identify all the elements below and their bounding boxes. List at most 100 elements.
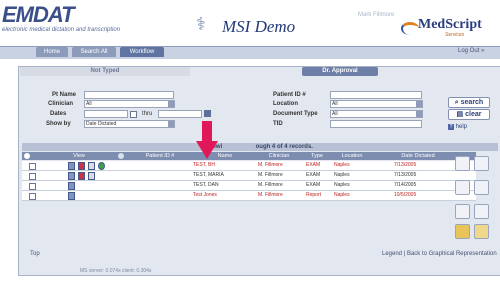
- clear-button[interactable]: ▤ clear: [448, 109, 490, 120]
- row-clinician: M. Fillmore: [258, 192, 283, 198]
- row-date: 7/13/2005: [394, 172, 417, 178]
- clinician-label: Clinician: [48, 101, 74, 107]
- clear-icon: ▤: [456, 111, 464, 118]
- column-view[interactable]: View: [62, 152, 96, 160]
- print-icon[interactable]: [88, 172, 95, 180]
- column-type[interactable]: Type: [304, 152, 330, 160]
- route-icon[interactable]: [474, 180, 489, 195]
- row-type: Report: [306, 192, 322, 198]
- refresh-icon[interactable]: [24, 153, 30, 159]
- date-from-toggle[interactable]: [130, 111, 137, 118]
- grid-title: Viewi ough 4 of 4 records.: [22, 143, 498, 151]
- tab-workflow[interactable]: Workflow: [120, 47, 164, 57]
- dates-label: Dates: [50, 111, 67, 117]
- document-icon[interactable]: [68, 182, 75, 190]
- document-type-label: Document Type: [273, 111, 318, 117]
- row-checkbox[interactable]: [29, 193, 36, 200]
- server-timing: MS server: 0.074s client: 0.304s: [80, 268, 152, 274]
- clear-button-label: clear: [465, 111, 482, 118]
- row-checkbox[interactable]: [29, 173, 36, 180]
- pointer-arrow-icon: [196, 121, 218, 159]
- patient-id-label: Patient ID #: [273, 92, 306, 98]
- top-link[interactable]: Top: [30, 251, 40, 257]
- help-icon: ?: [448, 124, 454, 130]
- row-name[interactable]: TEST, MARIA: [193, 171, 224, 180]
- row-type: EXAM: [306, 182, 321, 188]
- row-location: Naples: [334, 162, 350, 168]
- document-icon[interactable]: [68, 172, 75, 180]
- location-label: Location: [273, 101, 298, 107]
- tab-home[interactable]: Home: [36, 47, 68, 57]
- row-clinician: M. Fillmore: [258, 162, 283, 168]
- grid-title-right: ough 4 of 4 records.: [255, 144, 313, 150]
- help-label: help: [455, 124, 468, 130]
- pt-name-label: Pt Name: [52, 92, 77, 98]
- row-checkbox[interactable]: [29, 183, 36, 190]
- column-patient-id[interactable]: Patient ID #: [130, 152, 190, 160]
- tab-not-typed[interactable]: Not Typed: [20, 67, 190, 76]
- medscript-logo: MedScript: [418, 17, 482, 32]
- export-icon[interactable]: [474, 204, 489, 219]
- search-icon: ⌕: [454, 99, 459, 106]
- row-clinician: M. Fillmore: [258, 182, 283, 188]
- logo-tagline: electronic medical dictation and transcr…: [2, 27, 121, 33]
- row-name[interactable]: Test Jones: [193, 191, 217, 200]
- legend-link[interactable]: Legend: [382, 251, 402, 257]
- tid-label: TID: [273, 121, 283, 127]
- approve-icon[interactable]: [98, 162, 105, 170]
- row-location: Naples: [334, 192, 350, 198]
- show-by-select[interactable]: Date Dictated: [84, 120, 175, 128]
- search-button-label: search: [460, 99, 484, 106]
- help-link[interactable]: ? help: [448, 124, 467, 130]
- row-type: EXAM: [306, 162, 321, 168]
- row-name[interactable]: TEST, BH: [193, 161, 215, 170]
- document-icon[interactable]: [68, 192, 75, 200]
- column-clinician[interactable]: Clinician: [257, 152, 301, 160]
- row-date: 7/14/2005: [394, 182, 417, 188]
- date-to-input[interactable]: [158, 110, 202, 118]
- column-location[interactable]: Location: [332, 152, 372, 160]
- row-clinician: M. Fillmore: [258, 172, 283, 178]
- location-select[interactable]: All: [330, 100, 423, 108]
- row-location: Naples: [334, 182, 350, 188]
- logout-link[interactable]: Log Out »: [458, 48, 484, 54]
- document-type-select[interactable]: All: [330, 110, 423, 118]
- medscript-logo-icon: [401, 22, 419, 35]
- footer-links: Legend | Back to Graphical Representatio…: [382, 251, 497, 257]
- footer-separator: |: [403, 251, 406, 257]
- pt-name-input[interactable]: [84, 91, 174, 99]
- caduceus-icon: ⚕: [196, 14, 206, 34]
- forward-icon[interactable]: [455, 180, 470, 195]
- row-checkbox[interactable]: [29, 163, 36, 170]
- print-all-icon[interactable]: [455, 204, 470, 219]
- row-date: 10/5/2005: [394, 192, 417, 198]
- approve-all-icon[interactable]: [455, 224, 470, 239]
- row-name[interactable]: TEST, DAN: [193, 181, 219, 190]
- thru-label: thru: [142, 111, 153, 117]
- search-button[interactable]: ⌕ search: [448, 97, 490, 108]
- patient-id-input[interactable]: [330, 91, 422, 99]
- user-name: Mark Fillmore: [358, 12, 395, 18]
- assign-icon[interactable]: [455, 156, 470, 171]
- clinician-select[interactable]: All: [84, 100, 175, 108]
- tab-dr-approval[interactable]: Dr. Approval: [302, 67, 378, 76]
- tid-input[interactable]: [330, 120, 422, 128]
- row-location: Naples: [334, 172, 350, 178]
- graphical-view-link[interactable]: Back to Graphical Representation: [407, 251, 497, 257]
- account-name: MSI Demo: [222, 17, 296, 36]
- calendar-icon[interactable]: [204, 110, 211, 117]
- sign-icon[interactable]: [474, 224, 489, 239]
- tab-search-all[interactable]: Search All: [72, 47, 116, 57]
- row-type: EXAM: [306, 172, 321, 178]
- view-options-icon[interactable]: [118, 153, 124, 159]
- audio-icon[interactable]: [78, 172, 85, 180]
- column-date-dictated[interactable]: Date Dictated: [378, 152, 458, 160]
- print-icon[interactable]: [88, 162, 95, 170]
- copy-icon[interactable]: [474, 156, 489, 171]
- row-date: 7/13/2005: [394, 162, 417, 168]
- date-from-input[interactable]: [84, 110, 128, 118]
- audio-icon[interactable]: [78, 162, 85, 170]
- emdat-logo: EMDAT: [2, 2, 75, 27]
- document-icon[interactable]: [68, 162, 75, 170]
- show-by-label: Show by: [46, 121, 71, 127]
